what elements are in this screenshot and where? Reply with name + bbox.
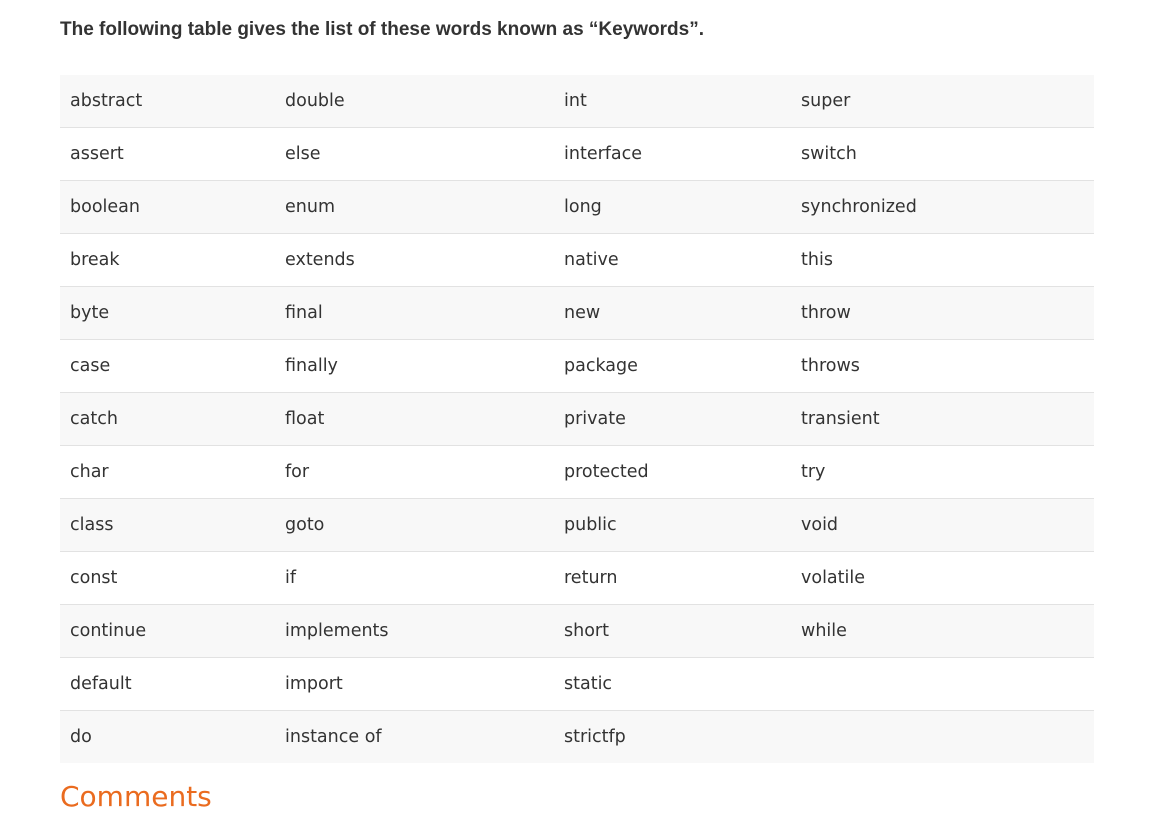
keyword-cell: catch bbox=[60, 392, 275, 446]
keyword-cell: instance of bbox=[275, 710, 554, 763]
keyword-cell bbox=[791, 657, 1094, 711]
table-row: case finally package throws bbox=[60, 339, 1094, 393]
keyword-cell: transient bbox=[791, 392, 1094, 446]
keyword-cell: else bbox=[275, 127, 554, 181]
keyword-cell: public bbox=[554, 498, 791, 552]
keyword-cell: class bbox=[60, 498, 275, 552]
keyword-cell: default bbox=[60, 657, 275, 711]
keyword-cell: this bbox=[791, 233, 1094, 287]
keyword-cell bbox=[791, 710, 1094, 763]
keyword-cell: implements bbox=[275, 604, 554, 658]
keyword-cell: super bbox=[791, 75, 1094, 128]
table-row: abstract double int super bbox=[60, 75, 1094, 128]
keywords-table: abstract double int super assert else interfac… bbox=[60, 75, 1094, 763]
keyword-cell: enum bbox=[275, 180, 554, 234]
keyword-cell: if bbox=[275, 551, 554, 605]
keyword-cell: synchronized bbox=[791, 180, 1094, 234]
keyword-cell: while bbox=[791, 604, 1094, 658]
keyword-cell: for bbox=[275, 445, 554, 499]
keyword-cell: protected bbox=[554, 445, 791, 499]
keyword-cell: finally bbox=[275, 339, 554, 393]
keyword-cell: new bbox=[554, 286, 791, 340]
table-row: continue implements short while bbox=[60, 604, 1094, 658]
keyword-cell: assert bbox=[60, 127, 275, 181]
keyword-cell: int bbox=[554, 75, 791, 128]
keyword-cell: abstract bbox=[60, 75, 275, 128]
keyword-cell: strictfp bbox=[554, 710, 791, 763]
table-row: class goto public void bbox=[60, 498, 1094, 552]
keyword-cell: short bbox=[554, 604, 791, 658]
table-row: char for protected try bbox=[60, 445, 1094, 499]
table-row: do instance of strictfp bbox=[60, 710, 1094, 763]
keyword-cell: throws bbox=[791, 339, 1094, 393]
keyword-cell: long bbox=[554, 180, 791, 234]
keyword-cell: package bbox=[554, 339, 791, 393]
keyword-cell: extends bbox=[275, 233, 554, 287]
keyword-cell: do bbox=[60, 710, 275, 763]
keyword-cell: float bbox=[275, 392, 554, 446]
keyword-cell: const bbox=[60, 551, 275, 605]
keyword-cell: private bbox=[554, 392, 791, 446]
keyword-cell: interface bbox=[554, 127, 791, 181]
keyword-cell: case bbox=[60, 339, 275, 393]
keyword-cell: boolean bbox=[60, 180, 275, 234]
keyword-cell: native bbox=[554, 233, 791, 287]
table-row: boolean enum long synchronized bbox=[60, 180, 1094, 234]
keyword-cell: char bbox=[60, 445, 275, 499]
table-row: assert else interface switch bbox=[60, 127, 1094, 181]
keyword-cell: import bbox=[275, 657, 554, 711]
table-row: default import static bbox=[60, 657, 1094, 711]
keyword-cell: try bbox=[791, 445, 1094, 499]
table-row: catch float private transient bbox=[60, 392, 1094, 446]
keyword-cell: double bbox=[275, 75, 554, 128]
keyword-cell: return bbox=[554, 551, 791, 605]
intro-text: The following table gives the list of th… bbox=[60, 19, 704, 40]
table-row: byte final new throw bbox=[60, 286, 1094, 340]
keyword-cell: switch bbox=[791, 127, 1094, 181]
keyword-cell: break bbox=[60, 233, 275, 287]
keyword-cell: byte bbox=[60, 286, 275, 340]
table-row: break extends native this bbox=[60, 233, 1094, 287]
keyword-cell: final bbox=[275, 286, 554, 340]
keyword-cell: continue bbox=[60, 604, 275, 658]
keyword-cell: goto bbox=[275, 498, 554, 552]
table-row: const if return volatile bbox=[60, 551, 1094, 605]
keyword-cell: void bbox=[791, 498, 1094, 552]
keyword-cell: volatile bbox=[791, 551, 1094, 605]
keyword-cell: static bbox=[554, 657, 791, 711]
keyword-cell: throw bbox=[791, 286, 1094, 340]
